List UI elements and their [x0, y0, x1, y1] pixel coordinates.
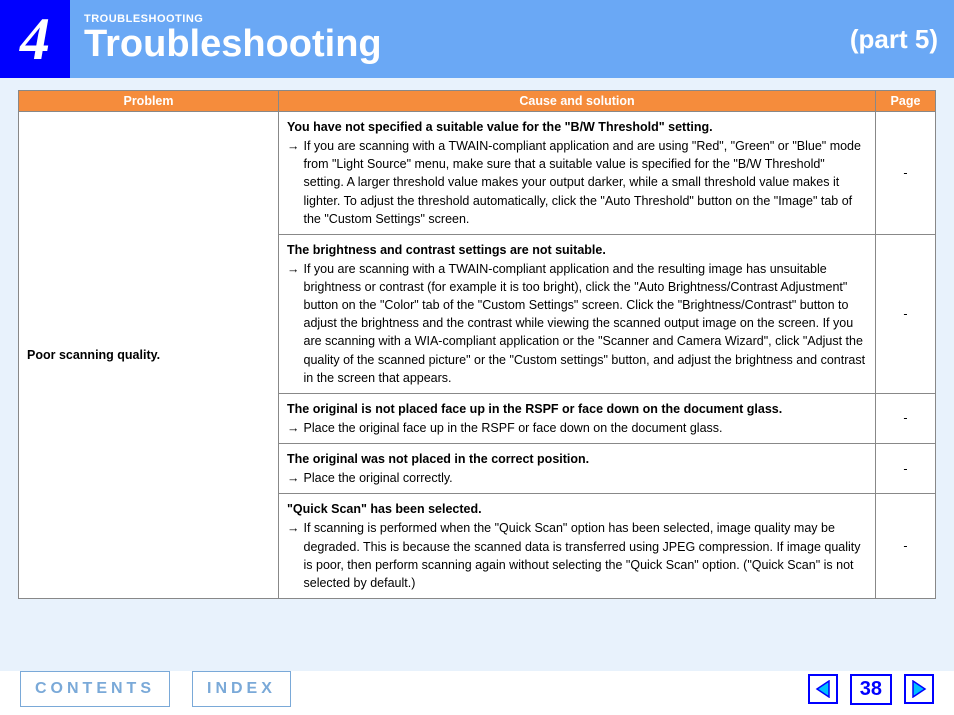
cause-cell: You have not specified a suitable value … — [279, 112, 876, 235]
index-button[interactable]: INDEX — [192, 671, 291, 707]
page-header: 4 TROUBLESHOOTING Troubleshooting (part … — [0, 0, 954, 78]
page-nav: 38 — [808, 674, 934, 705]
cause-cell: The brightness and contrast settings are… — [279, 234, 876, 393]
cause-heading: "Quick Scan" has been selected. — [287, 502, 482, 516]
page-cell: - — [876, 112, 936, 235]
cause-heading: You have not specified a suitable value … — [287, 120, 713, 134]
page-cell: - — [876, 234, 936, 393]
troubleshooting-table: Problem Cause and solution Page Poor sca… — [18, 90, 936, 599]
col-page: Page — [876, 91, 936, 112]
problem-cell: Poor scanning quality. — [19, 112, 279, 599]
arrow-icon: → — [287, 519, 304, 592]
col-problem: Problem — [19, 91, 279, 112]
cause-cell: "Quick Scan" has been selected. → If sca… — [279, 494, 876, 599]
page-number: 38 — [850, 674, 892, 705]
cause-cell: The original is not placed face up in th… — [279, 393, 876, 443]
triangle-left-icon — [815, 680, 831, 698]
triangle-right-icon — [911, 680, 927, 698]
header-text: TROUBLESHOOTING Troubleshooting — [70, 0, 850, 78]
page-cell: - — [876, 393, 936, 443]
cause-heading: The brightness and contrast settings are… — [287, 243, 606, 257]
arrow-icon: → — [287, 260, 304, 387]
cause-body: If you are scanning with a TWAIN-complia… — [304, 137, 868, 228]
prev-page-button[interactable] — [808, 674, 838, 704]
cause-heading: The original was not placed in the corre… — [287, 452, 589, 466]
cause-body: Place the original correctly. — [304, 469, 868, 487]
next-page-button[interactable] — [904, 674, 934, 704]
chapter-number: 4 — [0, 0, 70, 78]
page-cell: - — [876, 494, 936, 599]
arrow-icon: → — [287, 419, 304, 437]
cause-body: If you are scanning with a TWAIN-complia… — [304, 260, 868, 387]
page-cell: - — [876, 444, 936, 494]
page-title: Troubleshooting — [84, 23, 850, 66]
col-cause: Cause and solution — [279, 91, 876, 112]
cause-body: If scanning is performed when the "Quick… — [304, 519, 868, 592]
cause-cell: The original was not placed in the corre… — [279, 444, 876, 494]
content-area: Problem Cause and solution Page Poor sca… — [0, 78, 954, 671]
part-label: (part 5) — [850, 0, 954, 78]
contents-button[interactable]: CONTENTS — [20, 671, 170, 707]
arrow-icon: → — [287, 137, 304, 228]
arrow-icon: → — [287, 469, 304, 487]
table-row: Poor scanning quality. You have not spec… — [19, 112, 936, 235]
cause-body: Place the original face up in the RSPF o… — [304, 419, 868, 437]
cause-heading: The original is not placed face up in th… — [287, 402, 782, 416]
footer: CONTENTS INDEX 38 — [0, 667, 954, 711]
